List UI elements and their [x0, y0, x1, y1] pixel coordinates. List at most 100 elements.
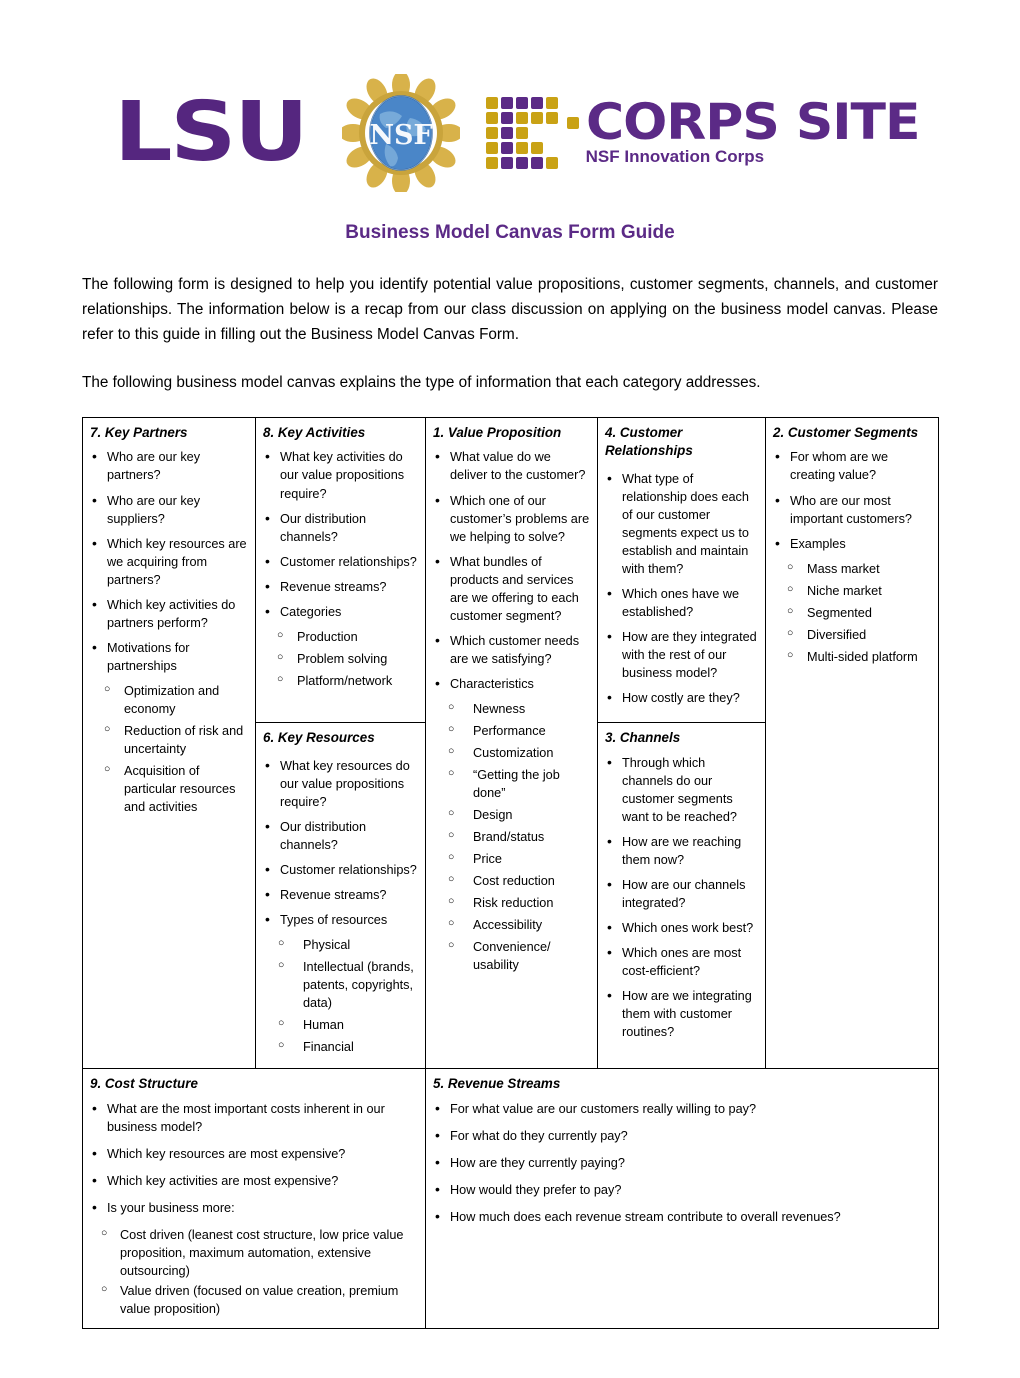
list-item: How are they currently paying? — [433, 1153, 931, 1173]
list-item: How much does each revenue stream contri… — [433, 1207, 931, 1227]
key-resources-list: What key resources do our value proposit… — [263, 756, 418, 930]
intro-paragraph-2: The following business model canvas expl… — [82, 373, 761, 391]
cell-revenue-streams: 5. Revenue Streams For what value are ou… — [425, 1068, 939, 1330]
list-item: Customer relationships? — [263, 552, 418, 572]
list-item: What key activities do our value proposi… — [263, 447, 418, 502]
key-resources-sublist: Physical Intellectual (brands, patents, … — [263, 936, 418, 1056]
list-item: Which key activities are most expensive? — [90, 1171, 418, 1191]
list-item: “Getting the job done” — [433, 766, 590, 802]
customer-segments-sublist: Mass market Niche market Segmented Diver… — [773, 560, 931, 666]
list-item: Mass market — [773, 560, 931, 578]
icorps-logo: CORPS SITE NSF Innovation Corps — [485, 97, 920, 169]
list-item: How costly are they? — [605, 688, 758, 708]
channels-heading: 3. Channels — [605, 730, 681, 746]
list-item: What type of relationship does each of o… — [605, 469, 758, 578]
document-page: LSU NSF CORPS SITE NSF Innovation Corps … — [0, 58, 1020, 1330]
list-item: Accessibility — [433, 916, 590, 934]
canvas-bottom-row: 9. Cost Structure What are the most impo… — [82, 1068, 939, 1330]
nsf-seal-logo: NSF — [341, 74, 460, 192]
list-item: Which customer needs are we satisfying? — [433, 631, 590, 668]
cost-structure-heading: 9. Cost Structure — [90, 1076, 198, 1092]
list-item: Which ones work best? — [605, 918, 758, 938]
list-item: Production — [263, 628, 418, 646]
channels-list: Through which channels do our customer s… — [605, 753, 758, 1041]
list-item: What bundles of products and services ar… — [433, 552, 590, 625]
list-item: Motivations for partnerships — [90, 638, 248, 675]
key-activities-list: What key activities do our value proposi… — [263, 447, 418, 621]
list-item: What value do we deliver to the customer… — [433, 447, 590, 484]
list-item: Which ones have we established? — [605, 584, 758, 621]
revenue-streams-list: For what value are our customers really … — [433, 1099, 931, 1227]
key-partners-list: Who are our key partners? Who are our ke… — [90, 447, 248, 675]
list-item: Cost reduction — [433, 872, 590, 890]
list-item: Price — [433, 850, 590, 868]
list-item: Cost driven (leanest cost structure, low… — [90, 1226, 418, 1280]
key-resources-heading: 6. Key Resources — [263, 730, 375, 746]
list-item: Multi-sided platform — [773, 648, 931, 666]
page-title: Business Model Canvas Form Guide — [345, 222, 675, 243]
cell-customer-segments: 2. Customer Segments For whom are we cre… — [765, 416, 939, 1070]
list-item: For what value are our customers really … — [433, 1099, 931, 1119]
list-item: Segmented — [773, 604, 931, 622]
list-item: Types of resources — [263, 910, 418, 930]
list-item: Revenue streams? — [263, 577, 418, 597]
list-item: How are our channels integrated? — [605, 875, 758, 912]
list-item: Diversified — [773, 626, 931, 644]
key-activities-heading: 8. Key Activities — [263, 424, 366, 440]
list-item: Which one of our customer’s problems are… — [433, 490, 590, 546]
list-item: Which key resources are most expensive? — [90, 1144, 418, 1164]
cell-key-activities: 8. Key Activities What key activities do… — [255, 416, 426, 724]
nsf-seal-text: NSF — [369, 120, 432, 151]
list-item: Risk reduction — [433, 894, 590, 912]
business-model-canvas: 7. Key Partners Who are our key partners… — [82, 416, 939, 1330]
list-item: Our distribution channels? — [263, 817, 418, 854]
value-proposition-sublist: Newness Performance Customization “Getti… — [433, 700, 590, 974]
list-item: Intellectual (brands, patents, copyright… — [263, 958, 418, 1012]
icorps-dot-matrix-icon — [485, 97, 558, 169]
list-item: For whom are we creating value? — [773, 447, 931, 484]
list-item: Brand/status — [433, 828, 590, 846]
list-item: Human — [263, 1016, 418, 1034]
list-item: Through which channels do our customer s… — [605, 753, 758, 826]
value-proposition-list: What value do we deliver to the customer… — [433, 447, 590, 693]
list-item: Which ones are most cost-efficient? — [605, 943, 758, 980]
list-item: Revenue streams? — [263, 885, 418, 905]
list-item: How are we integrating them with custome… — [605, 986, 758, 1041]
list-item: Niche market — [773, 582, 931, 600]
icorps-wordmark: CORPS SITE — [585, 92, 921, 151]
lsu-logo: LSU — [113, 85, 309, 180]
canvas-main-row: 7. Key Partners Who are our key partners… — [82, 416, 939, 1070]
list-item: Which key activities do partners perform… — [90, 595, 248, 632]
customer-segments-heading: 2. Customer Segments — [773, 424, 919, 440]
cell-key-resources: 6. Key Resources What key resources do o… — [255, 722, 426, 1070]
value-proposition-heading: 1. Value Proposition — [433, 424, 562, 440]
list-item: How would they prefer to pay? — [433, 1180, 931, 1200]
list-item: Our distribution channels? — [263, 509, 418, 546]
list-item: What are the most important costs inhere… — [90, 1099, 418, 1136]
list-item: Platform/network — [263, 672, 418, 690]
list-item: For what do they currently pay? — [433, 1126, 931, 1146]
cell-customer-relationships: 4. Customer Relationships What type of r… — [597, 416, 766, 724]
list-item: Financial — [263, 1038, 418, 1056]
list-item: Problem solving — [263, 650, 418, 668]
customer-relationships-heading: 4. Customer Relationships — [605, 424, 693, 459]
list-item: How are we reaching them now? — [605, 832, 758, 869]
list-item: Convenience/ usability — [433, 938, 590, 974]
customer-relationships-list: What type of relationship does each of o… — [605, 469, 758, 708]
list-item: Which key resources are we acquiring fro… — [90, 534, 248, 589]
list-item: Newness — [433, 700, 590, 718]
customer-segments-list: For whom are we creating value? Who are … — [773, 447, 931, 554]
list-item: Acquisition of particular resources and … — [90, 762, 248, 816]
cell-value-proposition: 1. Value Proposition What value do we de… — [425, 416, 598, 1070]
list-item: Is your business more: — [90, 1198, 418, 1218]
cost-structure-list: What are the most important costs inhere… — [90, 1099, 418, 1218]
list-item: Design — [433, 806, 590, 824]
cell-cost-structure: 9. Cost Structure What are the most impo… — [82, 1068, 426, 1330]
list-item: Optimization and economy — [90, 682, 248, 718]
key-partners-heading: 7. Key Partners — [90, 424, 188, 440]
list-item: Customization — [433, 744, 590, 762]
revenue-streams-heading: 5. Revenue Streams — [433, 1076, 561, 1092]
cell-key-partners: 7. Key Partners Who are our key partners… — [82, 416, 256, 1070]
key-activities-sublist: Production Problem solving Platform/netw… — [263, 628, 418, 690]
list-item: Examples — [773, 534, 931, 554]
